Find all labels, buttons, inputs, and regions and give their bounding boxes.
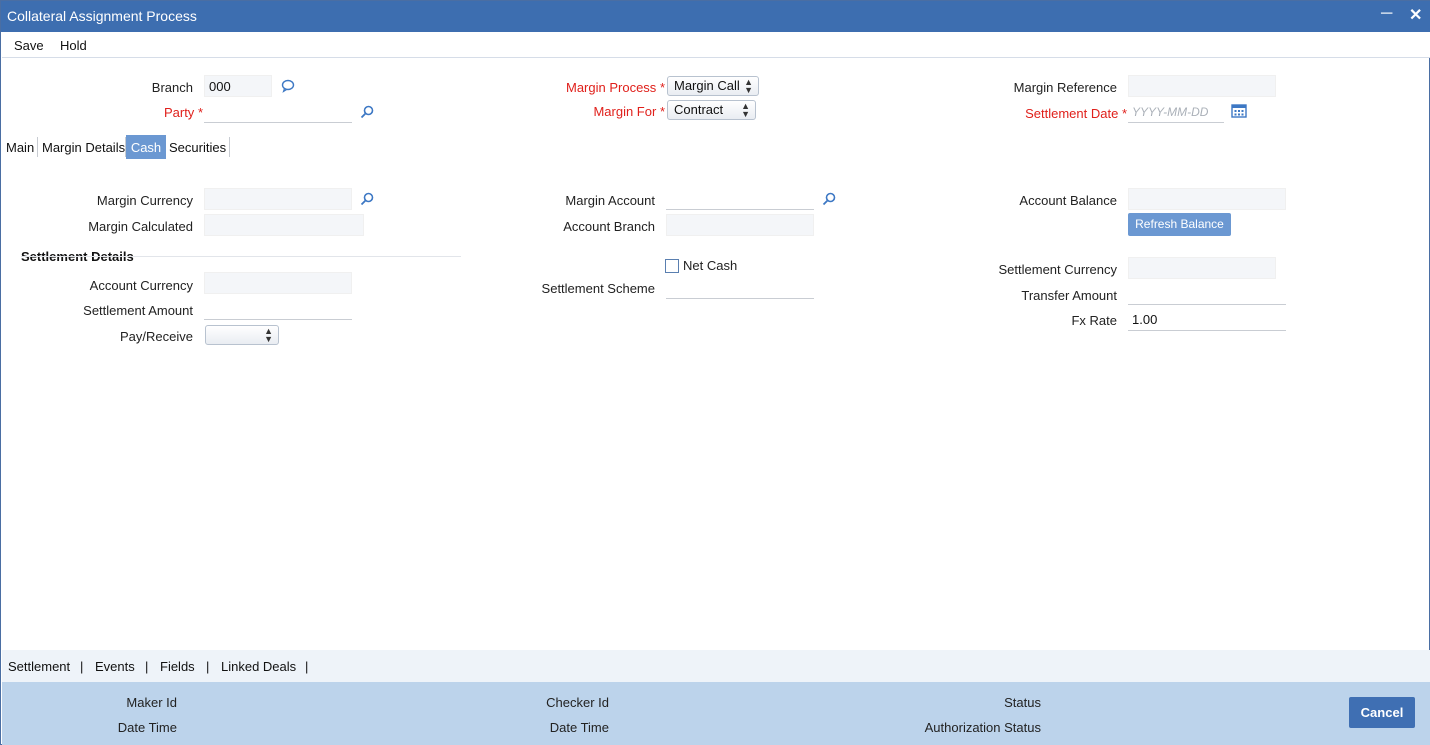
settlement-currency-label: Settlement Currency bbox=[998, 262, 1118, 277]
party-input[interactable] bbox=[204, 101, 352, 123]
cancel-button[interactable]: Cancel bbox=[1349, 697, 1415, 728]
linked-deals-link[interactable]: Linked Deals bbox=[221, 659, 296, 674]
settlement-date-input[interactable]: YYYY-MM-DD bbox=[1128, 101, 1224, 123]
tab-cash[interactable]: Cash bbox=[126, 135, 166, 159]
link-separator: | bbox=[206, 659, 210, 674]
account-balance-field bbox=[1128, 188, 1286, 210]
settlement-amount-label: Settlement Amount bbox=[83, 303, 193, 318]
link-separator: | bbox=[305, 659, 309, 674]
settlement-scheme-label: Settlement Scheme bbox=[541, 281, 655, 296]
status-label: Status bbox=[1004, 695, 1041, 710]
section-divider bbox=[21, 256, 461, 257]
margin-process-required-mark: * bbox=[659, 80, 665, 95]
footer-links-bar: Settlement | Events | Fields | Linked De… bbox=[2, 650, 1430, 682]
margin-reference-field[interactable] bbox=[1128, 75, 1276, 97]
settlement-link[interactable]: Settlement bbox=[8, 659, 70, 674]
chat-bubble-icon[interactable] bbox=[280, 78, 296, 94]
margin-account-label: Margin Account bbox=[565, 193, 655, 208]
pay-receive-select[interactable]: ▲ ▼ bbox=[205, 325, 279, 345]
fx-rate-value: 1.00 bbox=[1132, 312, 1158, 327]
settlement-scheme-input[interactable] bbox=[666, 277, 814, 299]
branch-label: Branch bbox=[151, 80, 193, 95]
party-label: Party * bbox=[163, 105, 203, 120]
fields-link[interactable]: Fields bbox=[160, 659, 195, 674]
net-cash-checkbox[interactable] bbox=[665, 259, 679, 273]
checker-date-time-label: Date Time bbox=[549, 720, 609, 735]
search-icon[interactable] bbox=[359, 191, 375, 207]
link-separator: | bbox=[145, 659, 149, 674]
margin-process-select[interactable]: Margin Call ▲ ▼ bbox=[667, 76, 759, 96]
select-arrows-icon: ▲ ▼ bbox=[744, 77, 753, 95]
branch-value: 000 bbox=[209, 79, 231, 94]
settlement-currency-field bbox=[1128, 257, 1276, 279]
fx-rate-input[interactable]: 1.00 bbox=[1128, 309, 1286, 331]
select-arrows-icon: ▲ ▼ bbox=[741, 101, 750, 119]
settlement-date-required-mark: * bbox=[1121, 106, 1127, 121]
search-icon[interactable] bbox=[359, 104, 375, 120]
margin-currency-label: Margin Currency bbox=[96, 193, 193, 208]
account-currency-field bbox=[204, 272, 352, 294]
select-arrows-icon: ▲ ▼ bbox=[264, 326, 273, 344]
calendar-icon[interactable] bbox=[1231, 103, 1247, 119]
account-currency-label: Account Currency bbox=[89, 278, 193, 293]
margin-for-select[interactable]: Contract ▲ ▼ bbox=[667, 100, 756, 120]
branch-field[interactable]: 000 bbox=[204, 75, 272, 97]
window-title: Collateral Assignment Process bbox=[7, 8, 197, 24]
tab-main[interactable]: Main bbox=[2, 135, 38, 159]
margin-reference-label: Margin Reference bbox=[1013, 80, 1117, 95]
margin-account-input[interactable] bbox=[666, 188, 814, 210]
checker-id-label: Checker Id bbox=[546, 695, 609, 710]
margin-process-label: Margin Process * bbox=[566, 80, 665, 95]
settlement-date-label: Settlement Date * bbox=[1025, 106, 1127, 121]
pay-receive-label: Pay/Receive bbox=[120, 329, 193, 344]
net-cash-label: Net Cash bbox=[683, 258, 738, 273]
account-branch-field bbox=[666, 214, 814, 236]
app-window: Collateral Assignment Process ─ ✕ Save H… bbox=[0, 0, 1430, 745]
settlement-amount-input[interactable] bbox=[204, 298, 352, 320]
save-menu-item[interactable]: Save bbox=[14, 38, 44, 53]
transfer-amount-label: Transfer Amount bbox=[1021, 288, 1117, 303]
maker-date-time-label: Date Time bbox=[117, 720, 177, 735]
hold-menu-item[interactable]: Hold bbox=[60, 38, 87, 53]
fx-rate-label: Fx Rate bbox=[1071, 313, 1117, 328]
maker-id-label: Maker Id bbox=[126, 695, 177, 710]
menu-bar: Save Hold bbox=[2, 32, 1430, 58]
margin-currency-field[interactable] bbox=[204, 188, 352, 210]
minimize-icon[interactable]: ─ bbox=[1381, 5, 1392, 23]
margin-for-value: Contract bbox=[674, 102, 724, 117]
margin-process-value: Margin Call bbox=[674, 78, 740, 93]
search-icon[interactable] bbox=[821, 191, 837, 207]
account-branch-label: Account Branch bbox=[563, 219, 655, 234]
tab-securities[interactable]: Securities bbox=[165, 135, 230, 159]
account-balance-label: Account Balance bbox=[1019, 193, 1117, 208]
refresh-balance-button[interactable]: Refresh Balance bbox=[1128, 213, 1231, 236]
margin-for-label: Margin For * bbox=[593, 104, 665, 119]
tab-separator bbox=[229, 137, 230, 157]
tab-margin-details[interactable]: Margin Details bbox=[38, 135, 129, 159]
settlement-date-placeholder: YYYY-MM-DD bbox=[1132, 105, 1209, 119]
events-link[interactable]: Events bbox=[95, 659, 135, 674]
margin-calculated-field bbox=[204, 214, 364, 236]
audit-footer: Maker Id Date Time Checker Id Date Time … bbox=[2, 682, 1430, 745]
margin-for-required-mark: * bbox=[659, 104, 665, 119]
close-icon[interactable]: ✕ bbox=[1409, 7, 1422, 25]
margin-calculated-label: Margin Calculated bbox=[88, 219, 193, 234]
authorization-status-label: Authorization Status bbox=[924, 720, 1041, 735]
transfer-amount-input[interactable] bbox=[1128, 283, 1286, 305]
party-required-mark: * bbox=[197, 105, 203, 120]
link-separator: | bbox=[80, 659, 84, 674]
title-bar: Collateral Assignment Process ─ ✕ bbox=[1, 1, 1430, 32]
